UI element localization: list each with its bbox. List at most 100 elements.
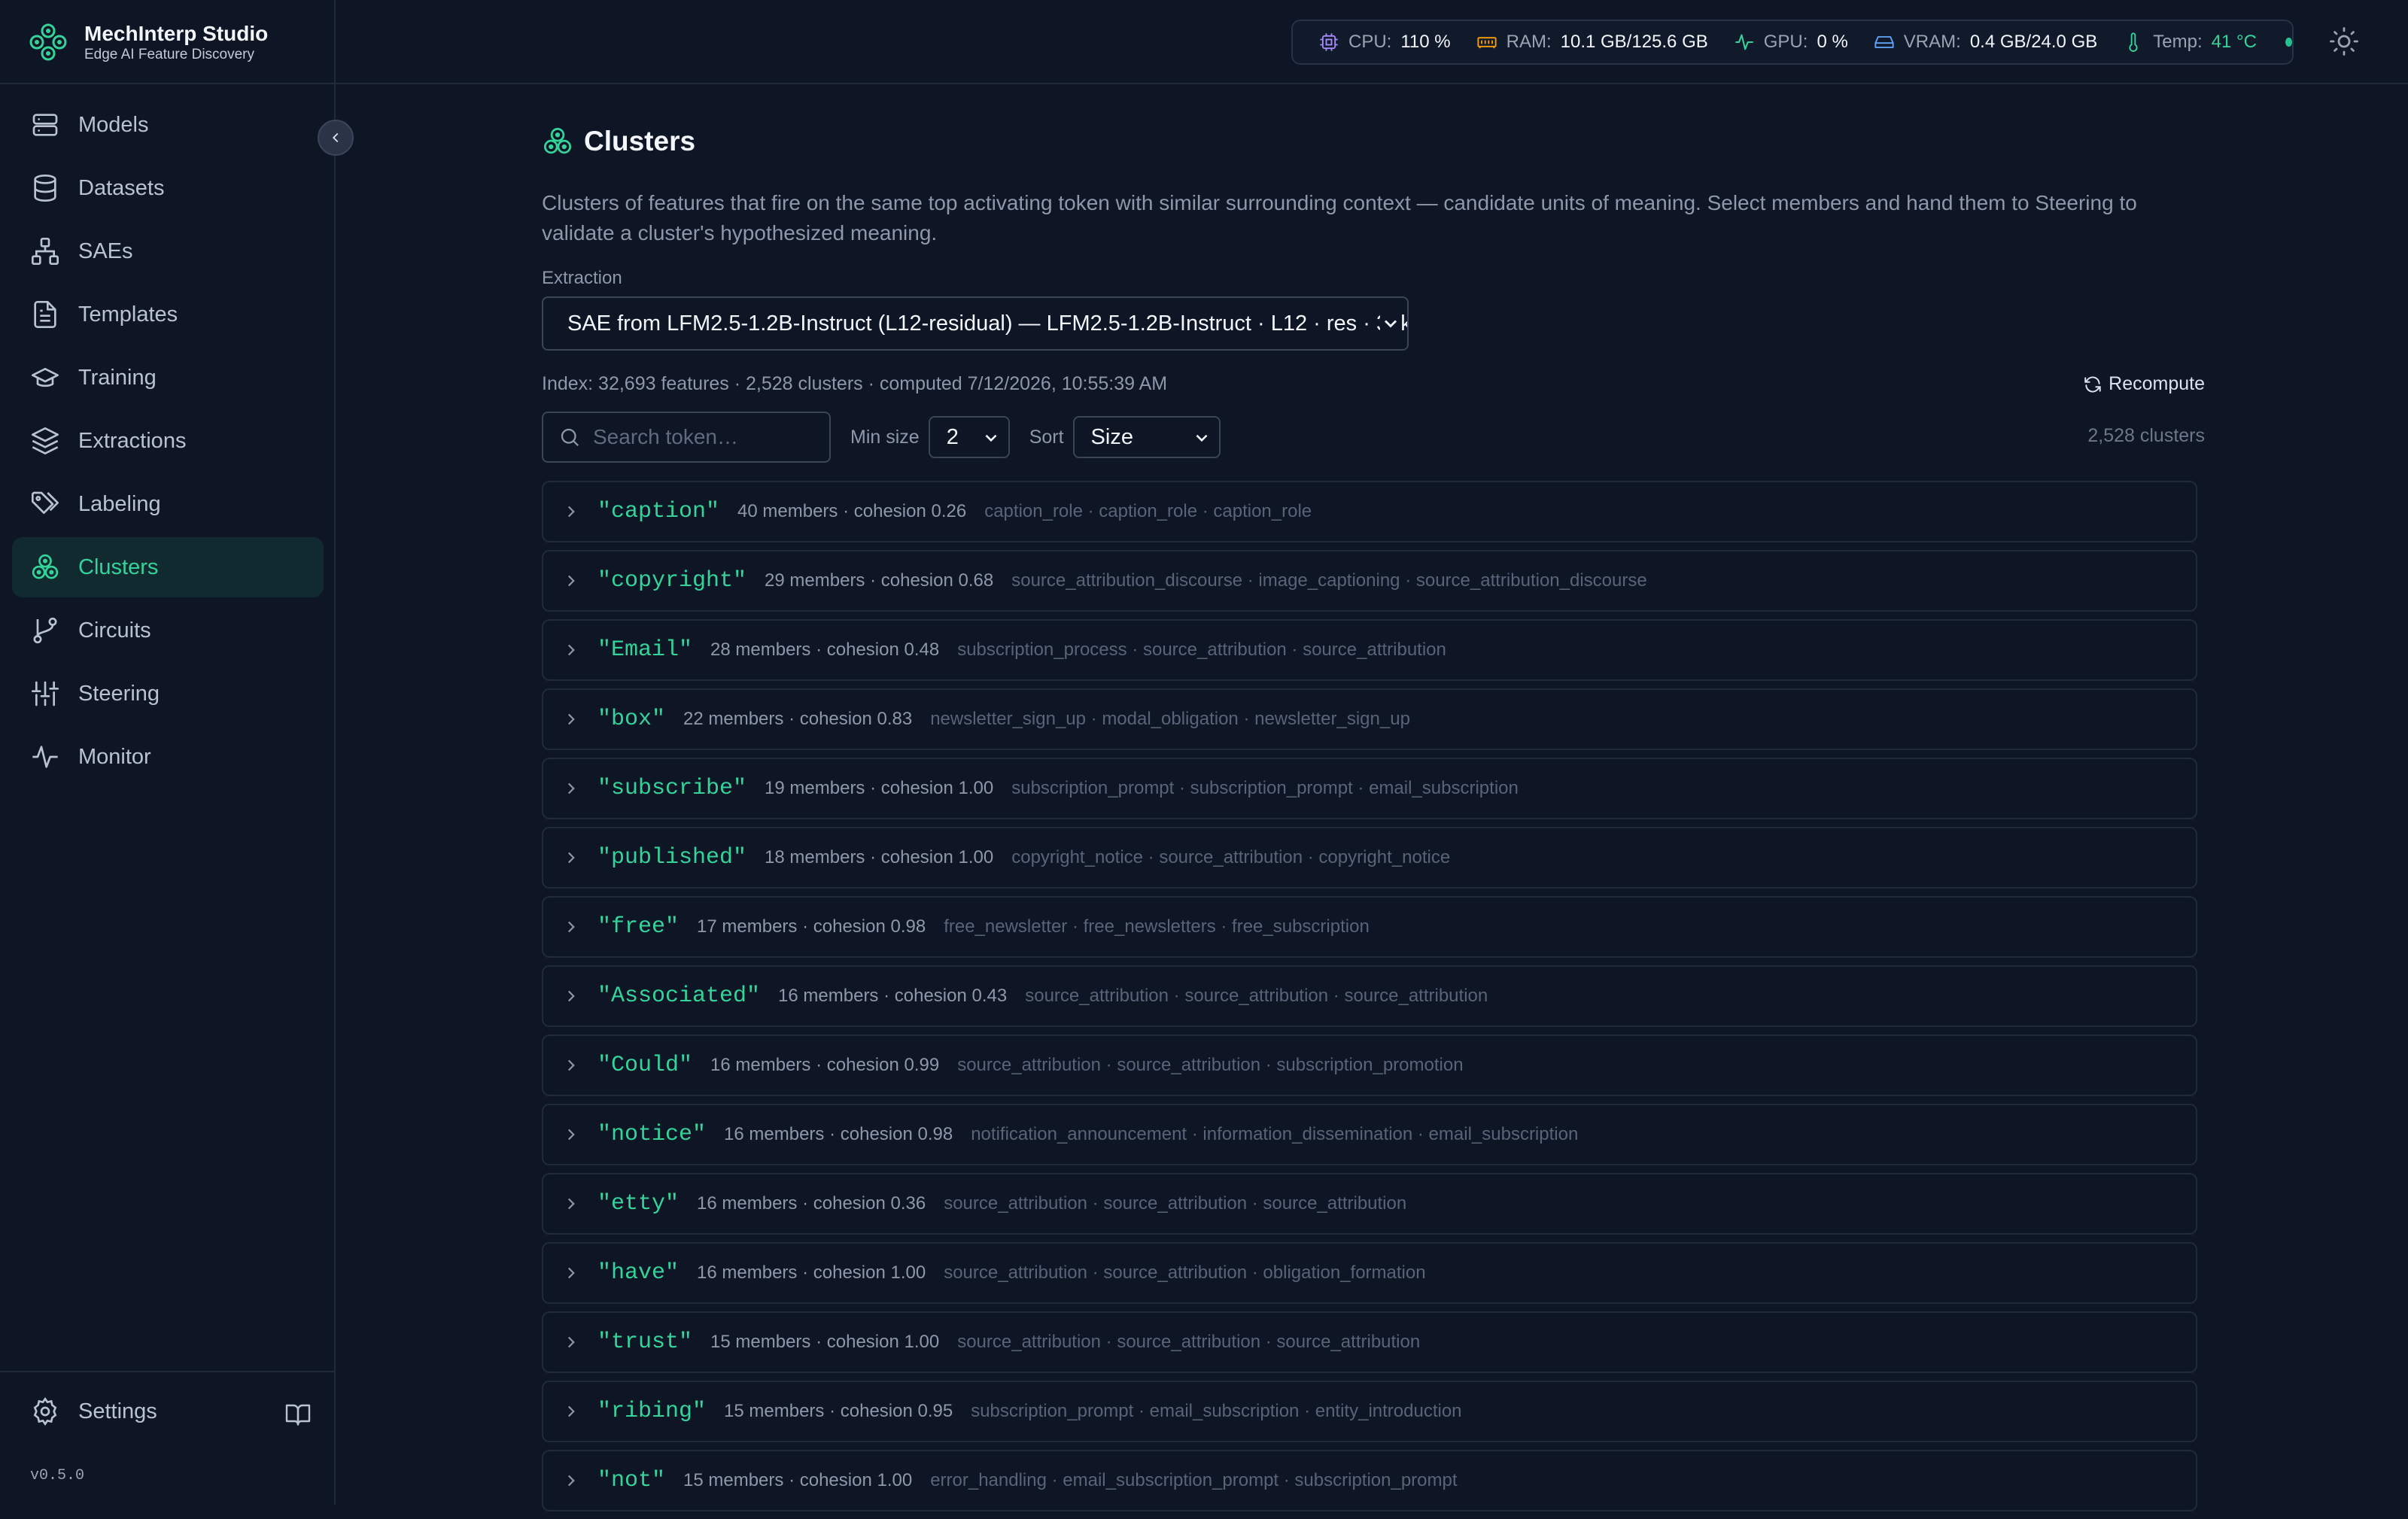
divider [0, 1371, 336, 1372]
cluster-meta: 15 members · cohesion 1.00 [710, 1332, 940, 1352]
cluster-row[interactable]: "free" 17 members · cohesion 0.98 free_new… [542, 896, 2197, 958]
sidebar-item-datasets[interactable]: Datasets [12, 158, 324, 218]
page-title-text: Clusters [584, 126, 696, 156]
chevron-right-icon[interactable] [561, 848, 581, 867]
sidebar-item-training[interactable]: Training [12, 348, 324, 408]
cluster-row[interactable]: "etty" 16 members · cohesion 0.36 source_a… [542, 1173, 2197, 1235]
cluster-meta: 15 members · cohesion 1.00 [683, 1470, 913, 1490]
cluster-row[interactable]: "Could" 16 members · cohesion 0.99 source_… [542, 1034, 2197, 1096]
sidebar-item-label: Circuits [78, 618, 151, 643]
chevron-right-icon[interactable] [561, 640, 581, 660]
cluster-meta: 15 members · cohesion 0.95 [724, 1401, 953, 1421]
cluster-labels: source_attribution · source_attribution … [1025, 986, 1488, 1006]
cluster-labels: error_handling · email_subscription_prom… [930, 1470, 1458, 1490]
cluster-labels: free_newsletter · free_newsletters · fre… [944, 916, 1370, 937]
gear-icon [33, 1396, 57, 1426]
sidebar-item-saes[interactable]: SAEs [12, 221, 324, 281]
cluster-meta: 29 members · cohesion 0.68 [765, 570, 994, 591]
cluster-meta: 40 members · cohesion 0.26 [737, 501, 967, 521]
cluster-row[interactable]: "published" 18 members · cohesion 1.00 cop… [542, 827, 2197, 889]
chevron-right-icon[interactable] [561, 986, 581, 1006]
search-input[interactable]: Search token… [542, 412, 831, 463]
vram-stat: VRAM: 0.4 GB/24.0 GB [1874, 32, 2097, 53]
settings-link[interactable]: Settings [30, 1396, 157, 1426]
chevron-right-icon[interactable] [561, 1263, 581, 1283]
recompute-label: Recompute [2109, 373, 2205, 394]
sidebar-item-label: Training [78, 365, 157, 390]
gpu-stat: GPU: 0 % [1734, 32, 1848, 53]
chevron-right-icon[interactable] [561, 1471, 581, 1490]
cluster-meta: 18 members · cohesion 1.00 [765, 847, 994, 867]
chevron-right-icon[interactable] [561, 571, 581, 591]
cluster-labels: source_attribution · source_attribution … [957, 1055, 1464, 1075]
cluster-row[interactable]: "box" 22 members · cohesion 0.83 newslette… [542, 688, 2197, 750]
sidebar-item-labeling[interactable]: Labeling [12, 474, 324, 534]
chevron-right-icon[interactable] [561, 1125, 581, 1144]
cluster-row[interactable]: "notice" 16 members · cohesion 0.98 notifi… [542, 1104, 2197, 1165]
sidebar-item-circuits[interactable]: Circuits [12, 600, 324, 661]
cluster-row[interactable]: "not" 15 members · cohesion 1.00 error_han… [542, 1450, 2197, 1511]
sidebar-item-extractions[interactable]: Extractions [12, 411, 324, 471]
sidebar-item-models[interactable]: Models [12, 95, 324, 155]
cluster-token: "Email" [597, 637, 693, 663]
chevron-down-icon [985, 434, 997, 442]
page-title: Clusters [542, 120, 2205, 163]
chevron-right-icon[interactable] [561, 1402, 581, 1421]
cluster-token: "caption" [597, 499, 720, 524]
cluster-labels: source_attribution · source_attribution … [944, 1193, 1407, 1214]
sort-select[interactable]: Size [1072, 416, 1221, 458]
sun-icon[interactable] [2328, 26, 2360, 57]
sidebar-item-clusters[interactable]: Clusters [12, 537, 324, 597]
chevron-right-icon[interactable] [561, 1194, 581, 1214]
cluster-row[interactable]: "copyright" 29 members · cohesion 0.68 sou… [542, 550, 2197, 612]
layers-icon [32, 427, 59, 454]
sidebar-item-steering[interactable]: Steering [12, 664, 324, 724]
git-branch-icon [33, 617, 57, 644]
book-icon[interactable] [284, 1401, 312, 1428]
search-placeholder: Search token… [593, 425, 738, 448]
cluster-labels: newsletter_sign_up · modal_obligation · … [930, 709, 1410, 729]
min-size-select[interactable]: 2 [928, 416, 1010, 458]
collapse-sidebar-button[interactable] [318, 120, 354, 156]
chevron-right-icon[interactable] [561, 502, 581, 521]
sidebar-item-monitor[interactable]: Monitor [12, 727, 324, 787]
filter-controls: Search token… Min size 2 Sort Size 2,528… [542, 412, 2205, 463]
brand[interactable]: MechInterp Studio Edge AI Feature Discov… [27, 21, 268, 63]
index-info-row: Index: 32,693 features · 2,528 clusters … [542, 373, 2205, 395]
divider [336, 83, 2408, 84]
activity-icon [1735, 34, 1753, 50]
chevron-right-icon[interactable] [561, 1056, 581, 1075]
cluster-meta: 16 members · cohesion 0.36 [697, 1193, 926, 1214]
cluster-token: "trust" [597, 1329, 693, 1355]
cluster-token: "etty" [597, 1191, 680, 1217]
cluster-row[interactable]: "caption" 40 members · cohesion 0.26 capti… [542, 481, 2197, 542]
cluster-token: "notice" [597, 1122, 707, 1147]
cpu-icon [1320, 33, 1338, 51]
cpu-label: CPU: [1348, 32, 1392, 52]
chevron-right-icon[interactable] [561, 709, 581, 729]
sidebar-item-label: Monitor [78, 744, 151, 769]
cluster-token: "not" [597, 1468, 666, 1493]
chevron-right-icon[interactable] [561, 917, 581, 937]
cluster-labels: subscription_process · source_attributio… [957, 639, 1446, 660]
sidebar-item-label: Templates [78, 302, 178, 327]
cluster-meta: 16 members · cohesion 0.99 [710, 1055, 940, 1075]
chevron-down-icon [1380, 313, 1401, 334]
extraction-select[interactable]: SAE from LFM2.5-1.2B-Instruct (L12-resid… [542, 296, 1409, 351]
cluster-row[interactable]: "subscribe" 19 members · cohesion 1.00 sub… [542, 758, 2197, 819]
cluster-row[interactable]: "have" 16 members · cohesion 1.00 source_a… [542, 1242, 2197, 1304]
chevron-right-icon[interactable] [561, 779, 581, 798]
cluster-row[interactable]: "Email" 28 members · cohesion 0.48 subscri… [542, 619, 2197, 681]
cluster-token: "copyright" [597, 568, 747, 594]
cluster-row[interactable]: "Associated" 16 members · cohesion 0.43 so… [542, 965, 2197, 1027]
chevron-right-icon[interactable] [561, 1332, 581, 1352]
cluster-row[interactable]: "ribing" 15 members · cohesion 0.95 subscr… [542, 1381, 2197, 1442]
gpu-value: 0 % [1817, 32, 1848, 52]
recompute-button[interactable]: Recompute [2083, 373, 2205, 395]
sidebar-item-templates[interactable]: Templates [12, 284, 324, 345]
cpu-value: 110 % [1400, 32, 1451, 52]
settings-label: Settings [78, 1399, 157, 1423]
cluster-row[interactable]: "trust" 15 members · cohesion 1.00 source_… [542, 1311, 2197, 1373]
sidebar: MechInterp Studio Edge AI Feature Discov… [0, 0, 336, 1505]
search-icon [561, 428, 579, 447]
